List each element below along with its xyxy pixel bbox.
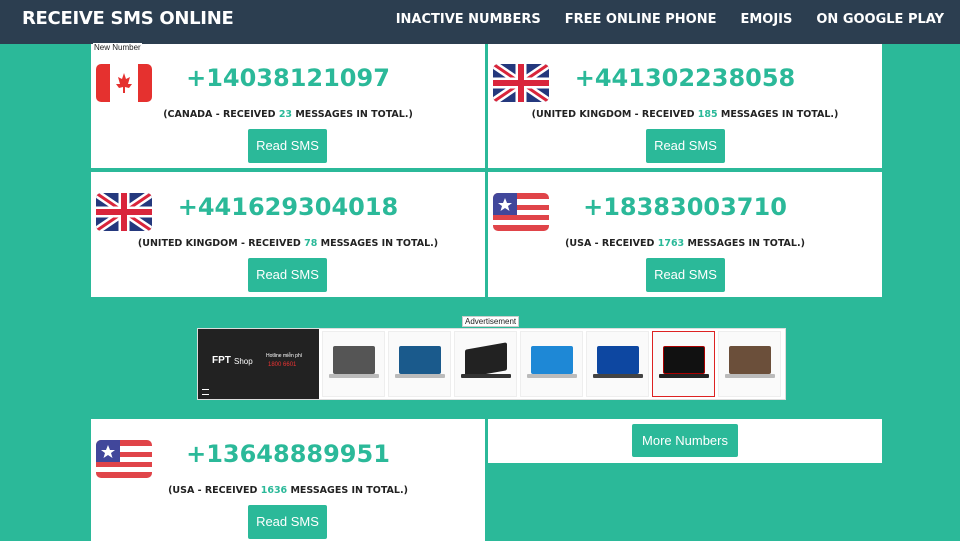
fpt-logo: FPT <box>212 355 231 366</box>
laptop-ad-item[interactable] <box>388 331 451 397</box>
laptop-ad-item[interactable] <box>322 331 385 397</box>
hotline-text: Hotline miễn phí <box>266 353 303 359</box>
message-count-info: (UNITED KINGDOM - RECEIVED 185 MESSAGES … <box>531 109 839 120</box>
message-count: 1636 <box>260 485 288 496</box>
message-count: 23 <box>278 109 293 120</box>
hotline-number: 1800 6601 <box>268 362 297 368</box>
number-card: +13648889951 (USA - RECEIVED 1636 MESSAG… <box>91 419 485 541</box>
top-navbar: RECEIVE SMS ONLINE INACTIVE NUMBERS FREE… <box>0 0 960 44</box>
message-count-info: (USA - RECEIVED 1636 MESSAGES IN TOTAL.) <box>168 485 408 496</box>
number-card: +441629304018 (UNITED KINGDOM - RECEIVED… <box>91 172 485 297</box>
read-sms-button[interactable]: Read SMS <box>646 258 725 292</box>
message-count-info: (USA - RECEIVED 1763 MESSAGES IN TOTAL.) <box>565 238 805 249</box>
phone-number[interactable]: +441302238058 <box>488 64 882 92</box>
fpt-shop-banner[interactable]: FPT Shop Hotline miễn phí 1800 6601 <box>198 329 319 399</box>
nav-free-online-phone[interactable]: FREE ONLINE PHONE <box>565 12 717 27</box>
message-count: 185 <box>697 109 718 120</box>
menu-icon <box>202 389 209 395</box>
number-card: +441302238058 (UNITED KINGDOM - RECEIVED… <box>488 44 882 168</box>
number-card: +18383003710 (USA - RECEIVED 1763 MESSAG… <box>488 172 882 297</box>
read-sms-button[interactable]: Read SMS <box>646 129 725 163</box>
phone-number[interactable]: +13648889951 <box>91 440 485 468</box>
laptop-ad-item[interactable] <box>520 331 583 397</box>
laptop-ad-item[interactable] <box>454 331 517 397</box>
nav-inactive-numbers[interactable]: INACTIVE NUMBERS <box>396 12 541 27</box>
new-number-label: New Number <box>93 43 142 52</box>
message-count-info: (UNITED KINGDOM - RECEIVED 78 MESSAGES I… <box>137 238 439 249</box>
laptop-ad-item[interactable] <box>652 331 715 397</box>
phone-number[interactable]: +441629304018 <box>91 193 485 221</box>
more-numbers-panel: More Numbers <box>488 419 882 463</box>
fpt-shop-text: Shop <box>234 357 253 366</box>
nav-menu: INACTIVE NUMBERS FREE ONLINE PHONE EMOJI… <box>396 12 944 27</box>
message-count-info: (CANADA - RECEIVED 23 MESSAGES IN TOTAL.… <box>163 109 413 120</box>
message-count: 1763 <box>657 238 685 249</box>
read-sms-button[interactable]: Read SMS <box>248 258 327 292</box>
read-sms-button[interactable]: Read SMS <box>248 129 327 163</box>
advertisement-banner[interactable]: FPT Shop Hotline miễn phí 1800 6601 <box>197 328 786 400</box>
phone-number[interactable]: +18383003710 <box>488 193 882 221</box>
number-card: New Number +14038121097 (CANADA - RECEIV… <box>91 43 485 168</box>
advertisement-label: Advertisement <box>462 316 520 327</box>
phone-number[interactable]: +14038121097 <box>91 64 485 92</box>
more-numbers-button[interactable]: More Numbers <box>632 424 738 457</box>
laptop-ad-item[interactable] <box>718 331 781 397</box>
nav-google-play[interactable]: ON GOOGLE PLAY <box>816 12 944 27</box>
message-count: 78 <box>304 238 318 249</box>
nav-emojis[interactable]: EMOJIS <box>740 12 792 27</box>
laptop-ad-item[interactable] <box>586 331 649 397</box>
brand-logo-link[interactable]: RECEIVE SMS ONLINE <box>22 8 234 29</box>
read-sms-button[interactable]: Read SMS <box>248 505 327 539</box>
